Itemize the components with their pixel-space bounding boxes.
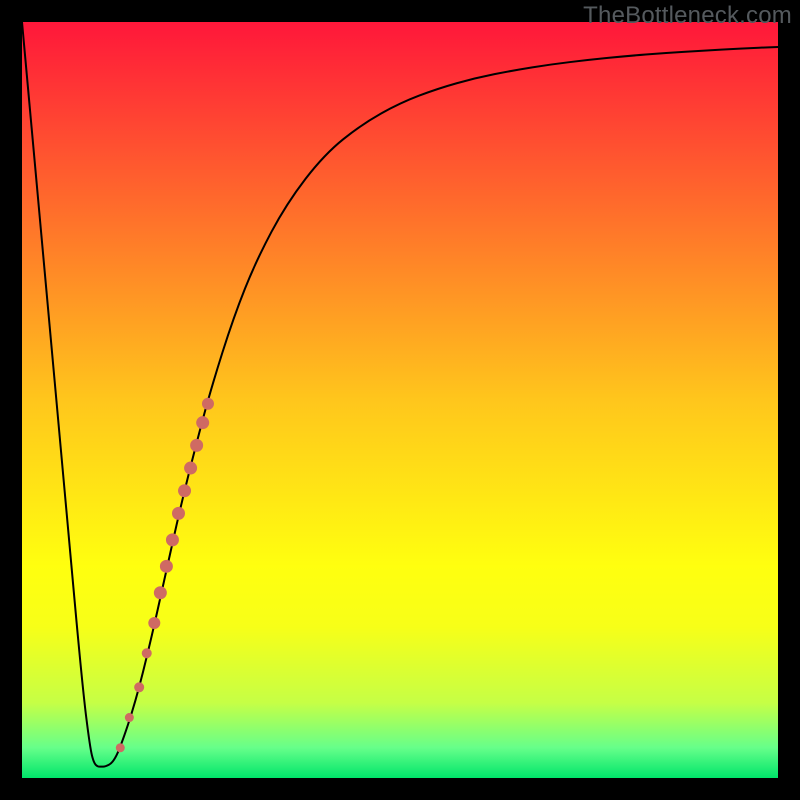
- marker-dot: [184, 462, 197, 475]
- plot-area: [22, 22, 778, 778]
- marker-dot: [154, 586, 167, 599]
- marker-dot: [116, 743, 125, 752]
- marker-dot: [202, 398, 214, 410]
- marker-dot: [142, 648, 152, 658]
- marker-dot: [178, 484, 191, 497]
- marker-dot: [166, 533, 179, 546]
- marker-dot: [160, 560, 173, 573]
- marker-dot: [134, 682, 144, 692]
- marker-dot: [125, 713, 134, 722]
- marker-dot: [148, 617, 160, 629]
- marker-dot: [196, 416, 209, 429]
- gradient-background: [22, 22, 778, 778]
- marker-dot: [190, 439, 203, 452]
- chart-svg: [22, 22, 778, 778]
- chart-frame: TheBottleneck.com: [0, 0, 800, 800]
- marker-dot: [172, 507, 185, 520]
- watermark-text: TheBottleneck.com: [583, 2, 792, 30]
